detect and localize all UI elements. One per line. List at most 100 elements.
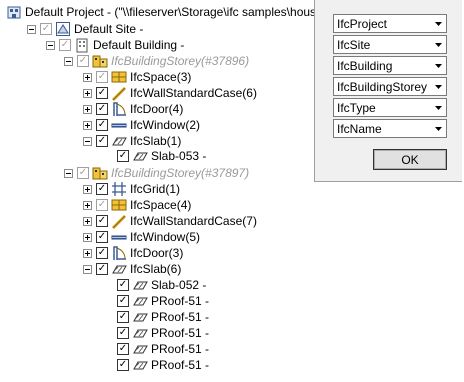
door-checkbox[interactable]: ✓ [96, 247, 108, 259]
dropdown-arrow-icon[interactable] [431, 57, 446, 74]
ifc-slab-icon [132, 341, 148, 357]
dropdown-arrow-icon[interactable] [431, 15, 446, 32]
expand-toggle[interactable] [83, 232, 92, 242]
dropdown-arrow-icon[interactable] [431, 99, 446, 116]
tree-node-label: IfcSlab(6) [130, 262, 182, 276]
slab-item-checkbox[interactable]: ✓ [117, 311, 129, 323]
tree-node-slab-item[interactable]: ✓ Slab-053 - [117, 148, 206, 164]
dropdown-arrow-icon[interactable] [431, 120, 446, 137]
ifc-storey-icon [92, 165, 108, 181]
tree-node-slab-item[interactable]: ✓ PRoof-51 - [117, 357, 209, 373]
slab-item-checkbox[interactable]: ✓ [117, 295, 129, 307]
storey-checkbox[interactable]: ✓ [77, 55, 89, 67]
grouping-panel: IfcProject IfcSite IfcBuilding IfcBuildi… [314, 0, 462, 182]
tree-node-wall[interactable]: ✓ IfcWallStandardCase(6) [83, 85, 257, 101]
group-level-5-select[interactable]: IfcType [333, 98, 447, 117]
tree-node-project[interactable]: Default Project - ("\\fileserver\Storage… [6, 4, 323, 20]
ifc-slab-icon [111, 261, 127, 277]
tree-node-label: IfcWindow(2) [130, 118, 201, 132]
ifc-building-icon [74, 37, 90, 53]
tree-node-label: IfcSpace(3) [130, 70, 192, 84]
ifc-site-icon [55, 21, 71, 37]
slab-item-checkbox[interactable]: ✓ [117, 150, 129, 162]
select-value: IfcType [337, 100, 376, 115]
space-checkbox[interactable]: ✓ [96, 71, 108, 83]
expand-toggle[interactable] [83, 248, 92, 258]
expand-toggle[interactable] [83, 120, 92, 130]
group-level-6-select[interactable]: IfcName [333, 119, 447, 138]
slab-item-checkbox[interactable]: ✓ [117, 343, 129, 355]
group-level-1-select[interactable]: IfcProject [333, 14, 447, 33]
grid-checkbox[interactable]: ✓ [96, 183, 108, 195]
wall-checkbox[interactable]: ✓ [96, 215, 108, 227]
tree-node-slab[interactable]: ✓ IfcSlab(1) [83, 133, 181, 149]
expand-toggle[interactable] [83, 184, 92, 194]
collapse-toggle[interactable] [46, 40, 55, 50]
group-level-4-select[interactable]: IfcBuildingStorey [333, 77, 447, 96]
tree-node-label: IfcDoor(3) [130, 246, 184, 260]
tree-node-label: IfcBuildingStorey(#37896) [111, 54, 250, 68]
slab-checkbox[interactable]: ✓ [96, 263, 108, 275]
group-level-3-select[interactable]: IfcBuilding [333, 56, 447, 75]
collapse-toggle[interactable] [64, 56, 73, 66]
tree-node-label: PRoof-51 - [151, 358, 210, 372]
expand-toggle[interactable] [83, 200, 92, 210]
tree-node-slab-item[interactable]: ✓ PRoof-51 - [117, 293, 209, 309]
tree-node-label: IfcWallStandardCase(6) [130, 86, 257, 100]
tree-node-slab[interactable]: ✓ IfcSlab(6) [83, 261, 181, 277]
collapse-toggle[interactable] [83, 264, 92, 274]
ifc-slab-icon [132, 148, 148, 164]
expand-toggle[interactable] [83, 88, 92, 98]
tree-node-storey[interactable]: ✓ IfcBuildingStorey(#37897) [64, 165, 249, 181]
collapse-toggle[interactable] [27, 24, 36, 34]
slab-item-checkbox[interactable]: ✓ [117, 279, 129, 291]
select-value: IfcSite [337, 37, 371, 52]
building-checkbox[interactable]: ✓ [59, 39, 71, 51]
collapse-toggle[interactable] [64, 168, 73, 178]
tree-node-label: Default Building - [93, 38, 185, 52]
tree-node-space[interactable]: ✓ IfcSpace(4) [83, 197, 191, 213]
ok-button[interactable]: OK [373, 149, 447, 170]
window-checkbox[interactable]: ✓ [96, 231, 108, 243]
tree-node-slab-item[interactable]: ✓ PRoof-51 - [117, 309, 209, 325]
tree-node-label: IfcGrid(1) [130, 182, 181, 196]
expand-toggle[interactable] [83, 104, 92, 114]
tree-node-storey[interactable]: ✓ IfcBuildingStorey(#37896) [64, 53, 249, 69]
tree-node-door[interactable]: ✓ IfcDoor(3) [83, 245, 183, 261]
wall-checkbox[interactable]: ✓ [96, 87, 108, 99]
expand-toggle[interactable] [83, 216, 92, 226]
collapse-toggle[interactable] [83, 136, 92, 146]
tree-node-wall[interactable]: ✓ IfcWallStandardCase(7) [83, 213, 257, 229]
tree-node-space[interactable]: ✓ IfcSpace(3) [83, 69, 191, 85]
space-checkbox[interactable]: ✓ [96, 199, 108, 211]
slab-checkbox[interactable]: ✓ [96, 135, 108, 147]
storey-checkbox[interactable]: ✓ [77, 167, 89, 179]
ifc-wall-icon [111, 85, 127, 101]
tree-node-label: Default Site - [74, 22, 144, 36]
door-checkbox[interactable]: ✓ [96, 103, 108, 115]
slab-item-checkbox[interactable]: ✓ [117, 359, 129, 371]
ifc-slab-icon [111, 133, 127, 149]
tree-node-grid[interactable]: ✓ IfcGrid(1) [83, 181, 180, 197]
ifc-project-icon [6, 4, 22, 20]
tree-node-label: Default Project - ("\\fileserver\Storage… [25, 5, 323, 19]
site-checkbox[interactable]: ✓ [40, 23, 52, 35]
select-value: IfcBuildingStorey [337, 79, 428, 94]
slab-item-checkbox[interactable]: ✓ [117, 327, 129, 339]
tree-node-slab-item[interactable]: ✓ PRoof-51 - [117, 325, 209, 341]
tree-node-label: IfcDoor(4) [130, 102, 184, 116]
tree-node-building[interactable]: ✓ Default Building - [46, 37, 184, 53]
expand-toggle[interactable] [83, 72, 92, 82]
tree-node-slab-item[interactable]: ✓ PRoof-51 - [117, 341, 209, 357]
tree-node-door[interactable]: ✓ IfcDoor(4) [83, 101, 183, 117]
dropdown-arrow-icon[interactable] [431, 36, 446, 53]
tree-node-label: IfcBuildingStorey(#37897) [111, 166, 250, 180]
tree-node-slab-item[interactable]: ✓ Slab-052 - [117, 277, 206, 293]
group-level-2-select[interactable]: IfcSite [333, 35, 447, 54]
dropdown-arrow-icon[interactable] [431, 78, 446, 95]
tree-node-site[interactable]: ✓ Default Site - [27, 21, 143, 37]
tree-node-window[interactable]: ✓ IfcWindow(5) [83, 229, 200, 245]
tree-node-window[interactable]: ✓ IfcWindow(2) [83, 117, 200, 133]
tree-node-label: IfcSpace(4) [130, 198, 192, 212]
window-checkbox[interactable]: ✓ [96, 119, 108, 131]
